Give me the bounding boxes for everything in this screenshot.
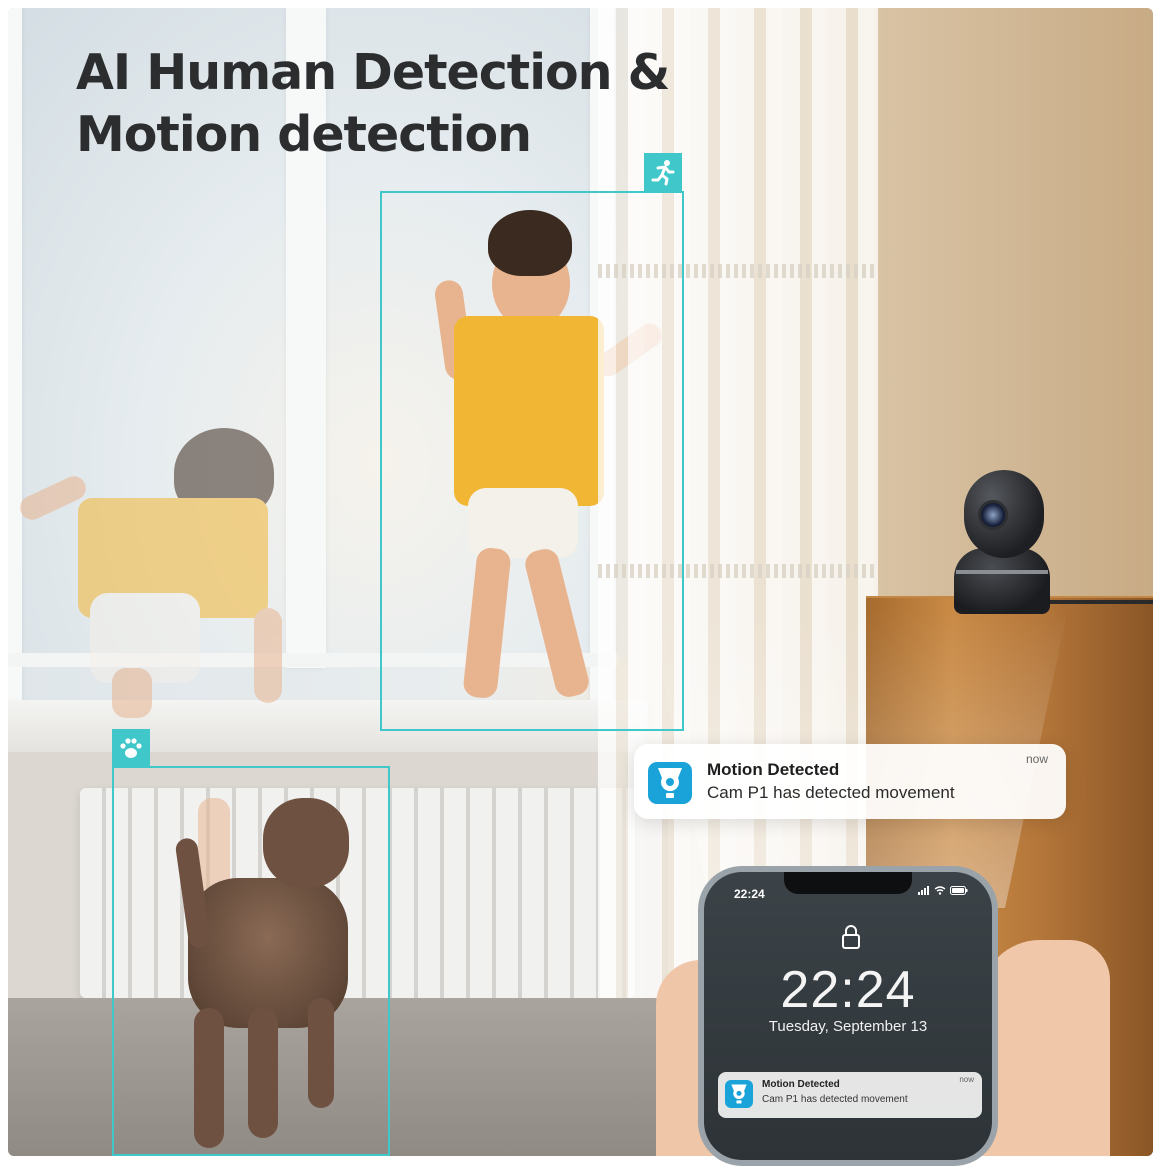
lock-notification-body: Cam P1 has detected movement [762,1094,908,1105]
lock-notification-time: now [959,1075,974,1084]
camera-lens [978,500,1008,530]
notification-title: Motion Detected [707,760,840,779]
lock-screen-date: Tuesday, September 13 [768,1018,928,1035]
motion-notification[interactable]: Motion Detected Cam P1 has detected move… [634,744,1066,819]
signal-icon [918,886,930,895]
headline-line-1: AI Human Detection & [76,44,670,101]
human-detection-tag [644,153,682,191]
status-bar-time: 22:24 [734,887,765,901]
human-detection-box [380,191,684,731]
wifi-icon [934,886,946,895]
battery-icon [950,886,968,895]
pet-detection-tag [112,729,150,767]
notification-time: now [1025,752,1048,766]
lock-screen-notification[interactable]: Motion Detected Cam P1 has detected move… [718,1072,982,1118]
smartphone: 22:24 22:24 Tuesday, September 13 Motion… [698,866,998,1166]
security-camera [950,470,1054,614]
lock-notification-title: Motion Detected [762,1079,840,1090]
right-hand [980,940,1110,1156]
lock-screen: 22:24 22:24 Tuesday, September 13 Motion… [704,872,992,1160]
phone-notch [784,872,912,894]
notification-body: Cam P1 has detected movement [707,783,955,802]
camera-app-icon [725,1080,753,1108]
lock-screen-clock: 22:24 [780,961,916,1019]
headline: AI Human Detection & Motion detection [76,42,670,166]
status-bar-icons [918,886,968,898]
window-frame-left [8,8,22,708]
lock-icon [842,925,860,949]
paw-icon [120,738,142,758]
headline-line-2: Motion detection [76,106,532,163]
running-person-icon [651,160,675,186]
camera-app-icon [648,762,692,804]
camera-cable [1048,600,1153,604]
pet-detection-box [112,766,390,1156]
